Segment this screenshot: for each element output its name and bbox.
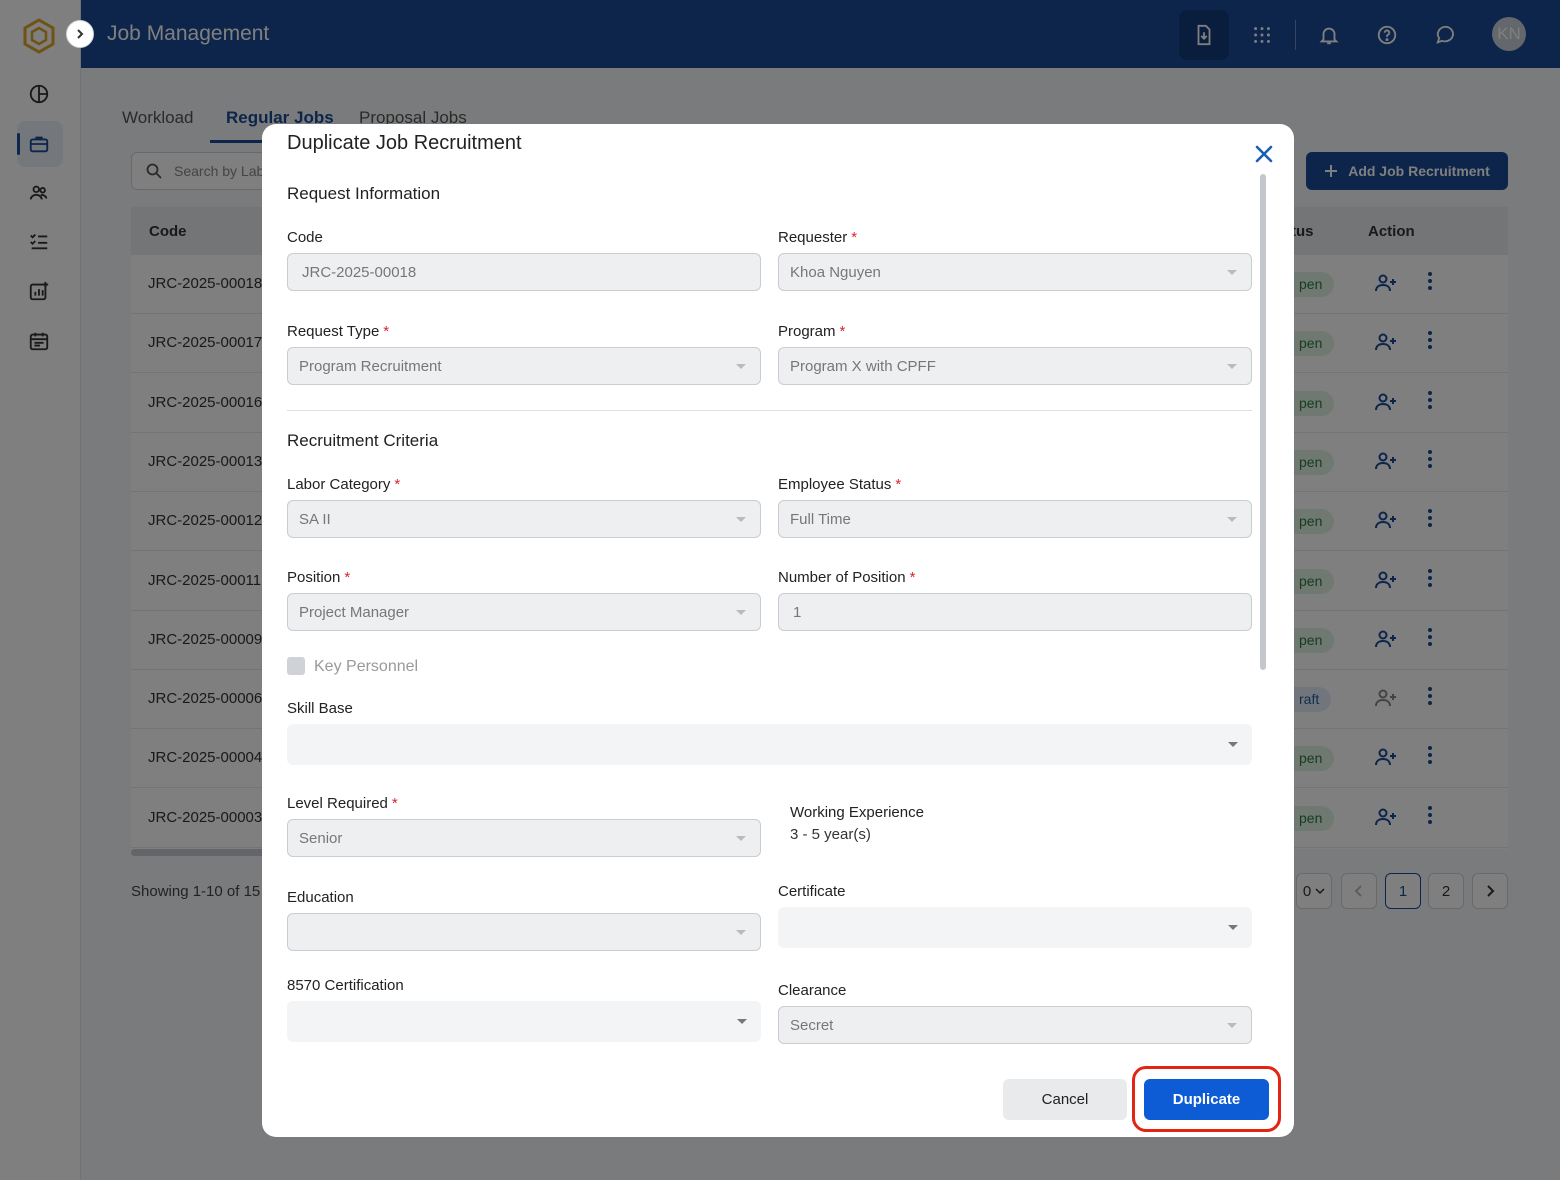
request-type-select: Program Recruitment [287,347,761,385]
caret-down-icon [737,1019,747,1024]
clearance-select: Secret [778,1006,1252,1044]
number-of-position-value: 1 [793,604,802,621]
caret-down-icon [736,836,746,841]
section-request-information: Request Information [287,184,441,203]
duplicate-job-modal: Duplicate Job Recruitment Request Inform… [262,124,1294,1137]
employee-status-value: Full Time [790,511,851,528]
working-experience-value: 3 - 5 year(s) [790,826,871,843]
caret-down-icon [1228,925,1238,930]
requester-value: Khoa Nguyen [790,264,881,281]
caret-down-icon [736,364,746,369]
key-personnel-checkbox [287,657,305,675]
position-select: Project Manager [287,593,761,631]
code-field: JRC-2025-00018 [287,253,761,291]
labor-category-value: SA II [299,511,331,528]
section-recruitment-criteria: Recruitment Criteria [287,431,439,450]
requester-label: Requester * [778,229,858,246]
position-value: Project Manager [299,604,410,621]
certificate-select[interactable] [778,907,1252,948]
certificate-label: Certificate [778,883,846,900]
level-required-value: Senior [299,830,343,847]
request-type-value: Program Recruitment [299,358,442,375]
caret-down-icon [1227,270,1237,275]
level-required-select: Senior [287,819,761,857]
working-experience-label: Working Experience [790,804,924,821]
section-divider [287,410,1252,411]
skill-base-label: Skill Base [287,700,353,717]
program-value: Program X with CPFF [790,358,936,375]
caret-down-icon [1227,517,1237,522]
education-label: Education [287,889,354,906]
code-value: JRC-2025-00018 [302,264,417,281]
clearance-value: Secret [790,1017,834,1034]
program-select: Program X with CPFF [778,347,1252,385]
employee-status-select: Full Time [778,500,1252,538]
caret-down-icon [1227,364,1237,369]
caret-down-icon [1227,1023,1237,1028]
number-of-position-field: 1 [778,593,1252,631]
position-label: Position * [287,569,351,586]
level-required-label: Level Required * [287,795,398,812]
caret-down-icon [736,517,746,522]
caret-down-icon [736,930,746,935]
code-label: Code [287,229,323,246]
labor-category-select: SA II [287,500,761,538]
cert-8570-select[interactable] [287,1001,761,1042]
cert-8570-label: 8570 Certification [287,977,404,994]
education-select [287,913,761,951]
number-of-position-label: Number of Position * [778,569,916,586]
caret-down-icon [1228,742,1238,747]
duplicate-button-highlight [1132,1066,1281,1132]
employee-status-label: Employee Status * [778,476,902,493]
modal-title: Duplicate Job Recruitment [287,132,522,154]
sidebar-toggle-button[interactable] [66,20,94,48]
request-type-label: Request Type * [287,323,390,340]
skill-base-select[interactable] [287,724,1252,765]
requester-select: Khoa Nguyen [778,253,1252,291]
close-icon[interactable] [1252,142,1276,166]
key-personnel-label: Key Personnel [314,658,419,675]
chevron-right-icon [77,29,84,39]
caret-down-icon [736,610,746,615]
modal-scrollbar[interactable] [1260,174,1266,670]
clearance-label: Clearance [778,982,847,999]
labor-category-label: Labor Category * [287,476,401,493]
program-label: Program * [778,323,846,340]
cancel-button[interactable]: Cancel [1003,1079,1127,1120]
